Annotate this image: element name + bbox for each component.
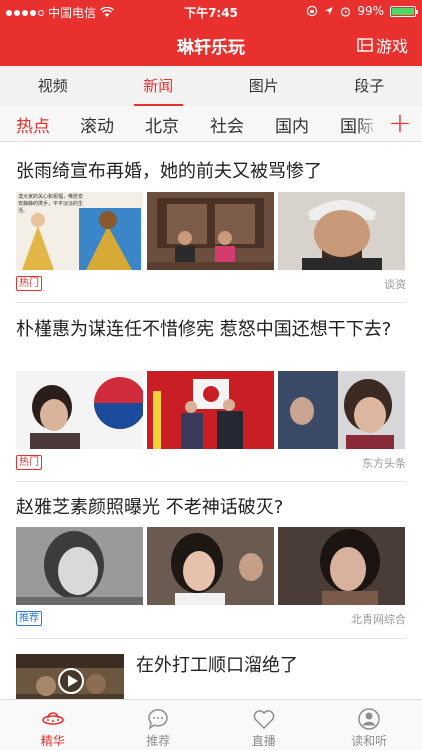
heart-icon	[253, 710, 275, 730]
article-source: 谈资	[384, 278, 406, 291]
header: 中国电信 下午7:45 99% 琳轩乐玩 游戏	[0, 0, 422, 66]
article-image	[278, 371, 405, 449]
status-bar: 中国电信 下午7:45 99%	[0, 0, 422, 22]
tabbar-item-live[interactable]: 直播	[211, 700, 317, 750]
category-tabs: 视频 新闻 图片 段子	[0, 66, 422, 106]
chat-bubble-icon	[148, 709, 168, 730]
divider	[16, 302, 406, 303]
recommend-badge: 推荐	[16, 611, 42, 626]
location-arrow-icon	[325, 7, 334, 15]
tab-pictures[interactable]: 图片	[211, 66, 317, 106]
article-image	[147, 527, 274, 605]
game-label: 游戏	[375, 37, 408, 56]
person-icon	[358, 708, 380, 730]
article-image	[16, 371, 143, 449]
divider	[16, 481, 406, 482]
article-meta: 热门 东方头条	[16, 455, 406, 471]
article-item[interactable]: 在外打工顺口溜绝了	[136, 653, 406, 679]
article-headline: 张雨绮宣布再婚，她的前夫又被骂惨了	[16, 161, 322, 182]
hot-badge: 热门	[16, 276, 42, 291]
channel-society[interactable]: 社会	[210, 112, 244, 137]
article-thumbnails	[16, 371, 405, 449]
channel-fade	[358, 106, 378, 141]
channel-scroll[interactable]: 滚动	[80, 112, 114, 137]
article-image	[16, 527, 143, 605]
ufo-icon	[41, 712, 64, 725]
lock-rotation-icon	[307, 5, 318, 17]
video-thumbnail[interactable]	[16, 654, 124, 699]
tabbar-label: 直播	[251, 734, 276, 748]
game-icon	[357, 38, 373, 52]
article-source: 北青网综合	[351, 613, 406, 626]
title-bar: 琳轩乐玩 游戏	[0, 22, 422, 66]
tabbar-item-recommend[interactable]: 推荐	[106, 700, 212, 750]
article-headline: 赵雅芝素颜照曝光 不老神话破灭?	[16, 497, 284, 518]
play-icon	[58, 668, 84, 694]
hot-badge: 热门	[16, 455, 42, 470]
channel-tabs: 热点 滚动 北京 社会 国内 国际 +	[0, 106, 422, 142]
tab-video[interactable]: 视频	[0, 66, 106, 106]
article-meta: 推荐 北青网综合	[16, 611, 406, 627]
divider	[16, 638, 406, 639]
article-item[interactable]: 朴槿惠为谋连任不惜修宪 惹怒中国还想干下去?	[16, 317, 406, 343]
tabbar-label: 读和听	[351, 734, 388, 748]
channel-beijing[interactable]: 北京	[145, 112, 179, 137]
article-image	[278, 527, 405, 605]
channel-domestic[interactable]: 国内	[275, 112, 309, 137]
alarm-icon	[341, 6, 351, 17]
article-headline: 在外打工顺口溜绝了	[136, 655, 298, 676]
channel-hot[interactable]: 热点	[16, 112, 50, 137]
article-meta: 热门 谈资	[16, 276, 406, 292]
article-image	[147, 371, 274, 449]
article-item[interactable]: 张雨绮宣布再婚，她的前夫又被骂惨了	[16, 159, 406, 185]
game-button[interactable]: 游戏	[357, 33, 408, 57]
article-image	[278, 192, 405, 270]
battery-percent: 99%	[357, 4, 384, 18]
tabbar-item-featured[interactable]: 精华	[0, 700, 106, 750]
article-image: 漠大家的关心和祝福，唯愿安安静静的携手，平平淡淡的生活。	[16, 192, 143, 270]
bottom-tab-bar: 精华 推荐 直播 读和听	[0, 699, 422, 750]
battery-icon	[390, 5, 418, 17]
tabbar-item-read-listen[interactable]: 读和听	[317, 700, 422, 750]
news-feed[interactable]: 张雨绮宣布再婚，她的前夫又被骂惨了 漠大家的关心和祝福，唯愿安安静静的携手，平平…	[0, 143, 422, 699]
article-thumbnails: 漠大家的关心和祝福，唯愿安安静静的携手，平平淡淡的生活。	[16, 192, 405, 270]
article-headline: 朴槿惠为谋连任不惜修宪 惹怒中国还想干下去?	[16, 319, 392, 340]
article-thumbnails	[16, 527, 405, 605]
tabbar-label: 推荐	[146, 734, 171, 748]
image-caption: 漠大家的关心和祝福，唯愿安安静静的携手，平平淡淡的生活。	[18, 194, 84, 214]
tab-news[interactable]: 新闻	[106, 66, 212, 106]
article-item[interactable]: 赵雅芝素颜照曝光 不老神话破灭?	[16, 495, 406, 521]
tabbar-label: 精华	[40, 734, 65, 748]
article-image	[147, 192, 274, 270]
tab-jokes[interactable]: 段子	[317, 66, 422, 106]
add-channel-button[interactable]: +	[378, 106, 422, 141]
article-source: 东方头条	[362, 457, 406, 470]
